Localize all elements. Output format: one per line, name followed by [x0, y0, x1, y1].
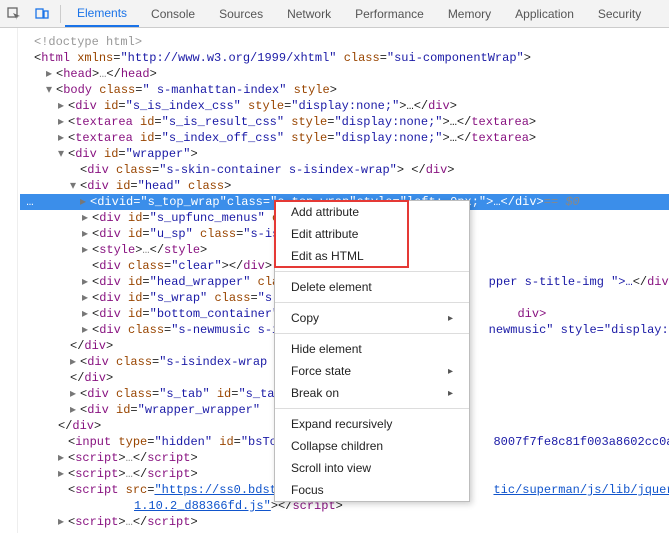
tab-bar: Elements Console Sources Network Perform… [65, 0, 653, 27]
toolbar-divider [60, 5, 61, 23]
menu-edit-as-html[interactable]: Edit as HTML [275, 245, 469, 267]
dom-node-body[interactable]: ▾<body class=" s-manhattan-index" style> [44, 82, 669, 98]
tab-security[interactable]: Security [586, 0, 653, 27]
menu-scroll-into-view[interactable]: Scroll into view [275, 457, 469, 479]
inspect-element-icon[interactable] [0, 0, 28, 28]
dom-node[interactable]: <div class="s-skin-container s-isindex-w… [68, 162, 669, 178]
devtools-toolbar: Elements Console Sources Network Perform… [0, 0, 669, 28]
dom-node-wrapper[interactable]: ▾<div id="wrapper"> [56, 146, 669, 162]
dom-node-head[interactable]: ▸<head>…</head> [44, 66, 669, 82]
dom-node[interactable]: ▸<textarea id="s_index_off_css" style="d… [56, 130, 669, 146]
dom-node-doctype[interactable]: <!doctype html> [32, 34, 669, 50]
device-toolbar-icon[interactable] [28, 0, 56, 28]
menu-add-attribute[interactable]: Add attribute [275, 201, 469, 223]
tab-network[interactable]: Network [275, 0, 343, 27]
tab-sources[interactable]: Sources [207, 0, 275, 27]
menu-collapse-children[interactable]: Collapse children [275, 435, 469, 457]
tab-memory[interactable]: Memory [436, 0, 503, 27]
dom-node-html[interactable]: <html xmlns="http://www.w3.org/1999/xhtm… [32, 50, 669, 66]
menu-sep [275, 302, 469, 303]
menu-focus[interactable]: Focus [275, 479, 469, 501]
menu-delete-element[interactable]: Delete element [275, 276, 469, 298]
menu-break-on[interactable]: Break on [275, 382, 469, 404]
dom-node-head-div[interactable]: ▾<div id="head" class> [68, 178, 669, 194]
menu-edit-attribute[interactable]: Edit attribute [275, 223, 469, 245]
gutter [0, 28, 18, 533]
menu-expand-recursively[interactable]: Expand recursively [275, 413, 469, 435]
tab-application[interactable]: Application [503, 0, 586, 27]
menu-copy[interactable]: Copy [275, 307, 469, 329]
selection-dots-icon: … [22, 194, 38, 210]
dom-node[interactable]: ▸<div id="s_is_index_css" style="display… [56, 98, 669, 114]
menu-sep [275, 408, 469, 409]
dom-node[interactable]: ▸<textarea id="s_is_result_css" style="d… [56, 114, 669, 130]
dom-node[interactable]: ▸<script>…</script> [56, 514, 669, 530]
menu-sep [275, 271, 469, 272]
menu-force-state[interactable]: Force state [275, 360, 469, 382]
menu-hide-element[interactable]: Hide element [275, 338, 469, 360]
context-menu: Add attribute Edit attribute Edit as HTM… [274, 200, 470, 502]
tab-console[interactable]: Console [139, 0, 207, 27]
tab-elements[interactable]: Elements [65, 0, 139, 27]
menu-sep [275, 333, 469, 334]
tab-performance[interactable]: Performance [343, 0, 436, 27]
